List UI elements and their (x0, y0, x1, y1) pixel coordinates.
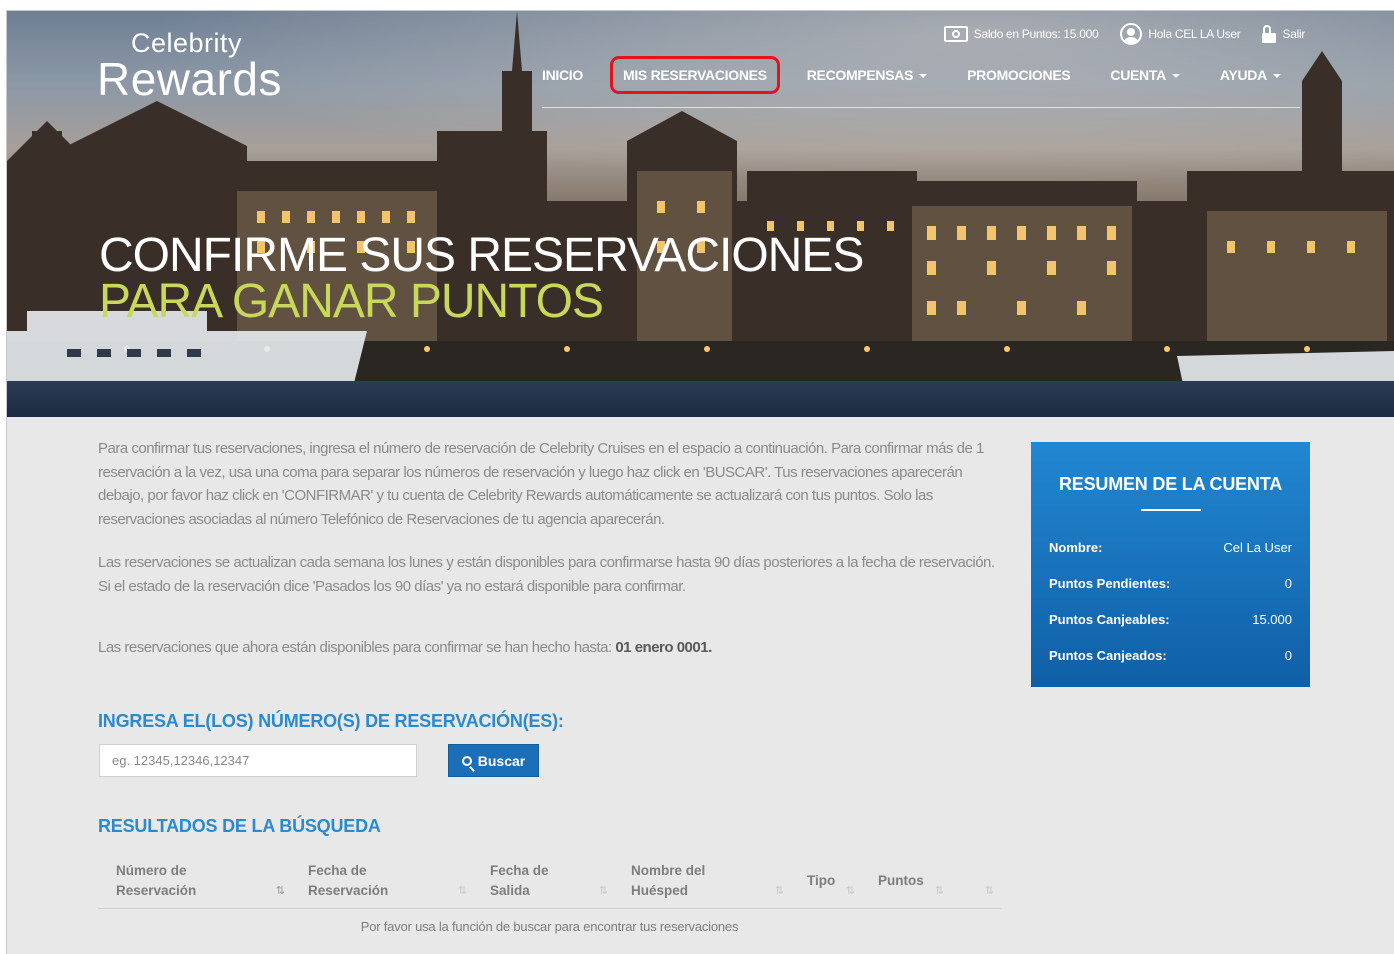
nav-recompensas[interactable]: RECOMPENSAS (806, 59, 928, 91)
column-header-fecha-salida[interactable]: Fecha de Salida ⇅ (472, 853, 613, 908)
account-summary-divider (1140, 509, 1201, 511)
sort-icon: ⇅ (774, 885, 784, 897)
nav-inicio-label: INICIO (542, 67, 583, 83)
column-header-line: Tipo (807, 872, 836, 888)
sort-icon: ⇅ (984, 885, 994, 897)
column-header-line: Nombre del (631, 862, 706, 878)
column-header-nombre[interactable]: Nombre del Huésped ⇅ (613, 853, 789, 908)
nav-cuenta-label: CUENTA (1110, 67, 1166, 83)
column-header-text: Nombre del Huésped (631, 861, 705, 901)
summary-value: 0 (1284, 647, 1292, 663)
availability-note: Las reservaciones que ahora están dispon… (98, 636, 1003, 660)
column-header-line: Reservación (308, 882, 389, 898)
summary-value: 0 (1284, 575, 1292, 591)
column-header-line: Fecha de (490, 862, 549, 878)
search-button-label: Buscar (477, 752, 526, 769)
main-nav: INICIO MIS RESERVACIONES RECOMPENSAS PRO… (542, 56, 1321, 94)
column-header-text: Tipo (807, 871, 835, 891)
celebrity-rewards-logo[interactable]: Celebrity Rewards (97, 29, 283, 105)
reservation-search-input[interactable] (99, 744, 417, 777)
user-greeting[interactable]: Hola CEL LA User (1120, 23, 1241, 45)
column-header-numero[interactable]: Número de Reservación ⇅ (98, 853, 290, 908)
account-summary-title: RESUMEN DE LA CUENTA (1058, 474, 1282, 494)
summary-label: Nombre: (1049, 539, 1103, 555)
column-header-fecha-reservacion[interactable]: Fecha de Reservación ⇅ (290, 853, 472, 908)
intro-text: Para confirmar tus reservaciones, ingres… (98, 437, 1003, 680)
summary-label: Puntos Canjeados: (1049, 647, 1167, 663)
top-utility-bar: Saldo en Puntos: 15.000 Hola CEL LA User… (943, 23, 1305, 45)
nav-promociones-label: PROMOCIONES (967, 67, 1071, 83)
unlock-icon (1262, 25, 1277, 43)
nav-promociones[interactable]: PROMOCIONES (967, 59, 1071, 91)
summary-label: Puntos Pendientes: (1049, 575, 1171, 591)
column-header-text: Puntos (878, 871, 924, 891)
nav-mis-reservaciones-label: MIS RESERVACIONES (622, 67, 767, 83)
logo-line-2: Rewards (97, 53, 283, 105)
column-header-line: Puntos (878, 872, 924, 888)
summary-row-nombre: Nombre: Cel La User (1031, 529, 1310, 565)
summary-value: Cel La User (1223, 539, 1292, 555)
user-greeting-text: Hola CEL LA User (1148, 27, 1241, 41)
availability-prefix: Las reservaciones que ahora están dispon… (98, 639, 616, 656)
sort-icon: ⇅ (275, 885, 285, 897)
summary-value: 15.000 (1252, 611, 1292, 627)
points-balance-text: Saldo en Puntos: 15.000 (973, 27, 1099, 41)
hero-title-line-1: CONFIRME SUS RESERVACIONES (99, 229, 864, 282)
logout-text: Salir (1282, 27, 1305, 41)
column-header-text: Número de Reservación (116, 861, 196, 901)
intro-paragraph-2: Las reservaciones se actualizan cada sem… (98, 554, 995, 595)
nav-recompensas-label: RECOMPENSAS (806, 67, 914, 83)
column-header-tipo[interactable]: Tipo ⇅ (789, 853, 860, 908)
caret-down-icon (919, 74, 928, 79)
intro-paragraph-1: Para confirmar tus reservaciones, ingres… (98, 440, 984, 528)
column-header-extra[interactable]: ⇅ (949, 853, 999, 908)
sort-icon: ⇅ (457, 885, 467, 897)
page-frame: Celebrity Rewards Saldo en Puntos: 15.00… (6, 10, 1394, 954)
nav-inicio[interactable]: INICIO (542, 59, 583, 91)
hero-title: CONFIRME SUS RESERVACIONES PARA GANAR PU… (99, 229, 864, 328)
nav-divider (542, 107, 1300, 108)
summary-label: Puntos Canjeables: (1049, 611, 1170, 627)
points-balance: Saldo en Puntos: 15.000 (943, 26, 1099, 42)
results-table: Número de Reservación ⇅ Fecha de Reservaci… (98, 853, 1001, 934)
column-header-text: Fecha de Salida (490, 861, 549, 901)
availability-date: 01 enero 0001. (615, 639, 712, 656)
search-button[interactable]: Buscar (448, 744, 539, 777)
caret-down-icon (1171, 74, 1180, 79)
nav-cuenta[interactable]: CUENTA (1110, 59, 1180, 91)
sort-icon: ⇅ (934, 885, 944, 897)
money-icon (943, 26, 968, 42)
hero-banner: Celebrity Rewards Saldo en Puntos: 15.00… (7, 11, 1394, 417)
summary-row-pendientes: Puntos Pendientes: 0 (1031, 565, 1310, 601)
search-heading: INGRESA EL(LOS) NÚMERO(S) DE RESERVACIÓN… (98, 711, 564, 731)
column-header-line: Número de (116, 862, 187, 878)
caret-down-icon (1272, 74, 1281, 79)
logout-link[interactable]: Salir (1262, 25, 1305, 43)
sort-icon: ⇅ (598, 885, 608, 897)
summary-row-canjeados: Puntos Canjeados: 0 (1031, 637, 1310, 673)
sort-icon: ⇅ (845, 885, 855, 897)
nav-ayuda-label: AYUDA (1219, 67, 1267, 83)
nav-mis-reservaciones[interactable]: MIS RESERVACIONES (609, 56, 780, 94)
column-header-puntos[interactable]: Puntos ⇅ (860, 853, 949, 908)
column-header-text: Fecha de Reservación (308, 861, 388, 901)
user-icon (1120, 23, 1143, 45)
hero-water (7, 381, 1394, 417)
hero-title-line-2: PARA GANAR PUNTOS (99, 275, 604, 328)
column-header-line: Salida (490, 882, 530, 898)
column-header-line: Reservación (116, 882, 197, 898)
results-heading: RESULTADOS DE LA BÚSQUEDA (98, 816, 381, 836)
column-header-line: Fecha de (308, 862, 367, 878)
results-table-header: Número de Reservación ⇅ Fecha de Reservaci… (98, 853, 1001, 909)
account-summary-panel: RESUMEN DE LA CUENTA Nombre: Cel La User … (1031, 442, 1310, 687)
summary-row-canjeables: Puntos Canjeables: 15.000 (1031, 601, 1310, 637)
search-icon (461, 755, 472, 766)
nav-ayuda[interactable]: AYUDA (1220, 59, 1281, 91)
empty-results-message: Por favor usa la función de buscar para … (360, 919, 739, 934)
column-header-line: Huésped (631, 882, 689, 898)
